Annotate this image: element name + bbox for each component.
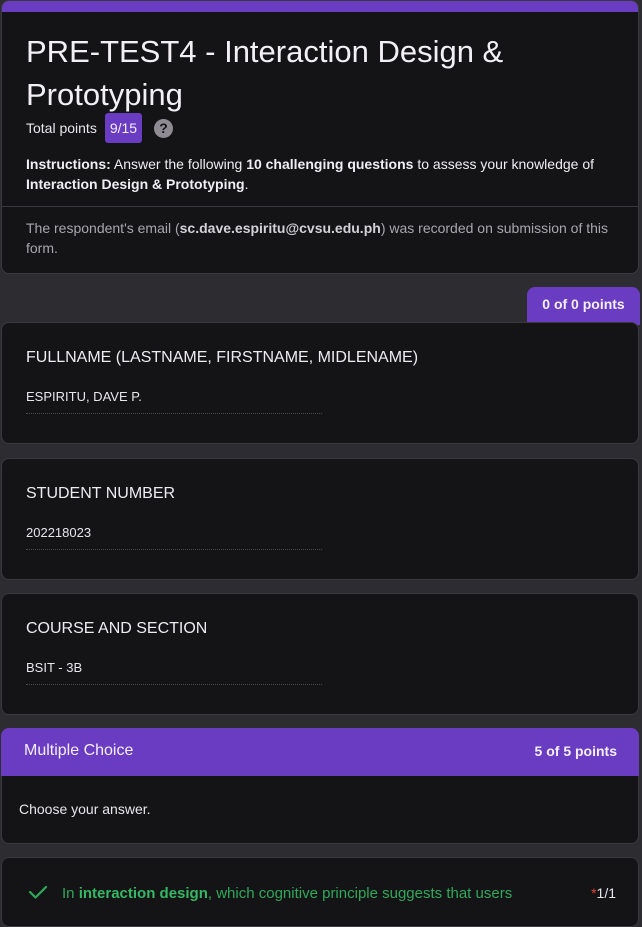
instructions-text-2: to assess your knowledge of	[413, 156, 594, 172]
question-card-mc-1: In interaction design, which cognitive p…	[1, 857, 639, 927]
question-answer: BSIT - 3B	[26, 660, 322, 685]
question-card-course-section: COURSE AND SECTION BSIT - 3B	[1, 593, 639, 715]
instructions-subject: Interaction Design & Prototyping	[26, 176, 245, 192]
section-points-tab: 0 of 0 points	[527, 287, 640, 325]
help-icon[interactable]: ?	[154, 118, 174, 138]
section-points: 5 of 5 points	[534, 743, 617, 759]
question-answer: ESPIRITU, DAVE P.	[26, 389, 322, 414]
question-card-fullname: FULLNAME (LASTNAME, FIRSTNAME, MIDLENAME…	[1, 322, 639, 444]
check-icon	[28, 884, 48, 905]
total-points-label: Total points	[26, 120, 97, 136]
instructions-text-3: .	[244, 176, 249, 192]
instructions-label: Instructions:	[26, 156, 111, 172]
section-description: Choose your answer.	[19, 801, 151, 817]
instructions-highlight: 10 challenging questions	[246, 156, 414, 172]
question-title: FULLNAME (LASTNAME, FIRSTNAME, MIDLENAME…	[26, 349, 419, 366]
question-text-suffix: , which cognitive principle suggests tha…	[207, 885, 513, 902]
question-answer: 202218023	[26, 525, 322, 550]
section-title: Multiple Choice	[24, 742, 134, 759]
question-card-student-number: STUDENT NUMBER 202218023	[1, 458, 639, 580]
question-term: interaction design	[78, 885, 208, 902]
instructions-text-1: Answer the following	[110, 156, 247, 172]
header-accent-bar	[2, 1, 638, 12]
total-points-row: Total points 9/15 ?	[26, 113, 174, 143]
section-header-multiple-choice: Multiple Choice 5 of 5 points	[1, 728, 639, 776]
total-points-badge: 9/15	[104, 113, 143, 143]
instructions: Instructions: Answer the following 10 ch…	[26, 154, 614, 194]
section-description-card: Choose your answer.	[1, 776, 639, 844]
header-divider	[2, 206, 638, 207]
score-value: 1/1	[596, 885, 616, 901]
question-text-prefix: In	[62, 885, 79, 902]
form-header-card: PRE-TEST4 - Interaction Design & Prototy…	[1, 0, 639, 274]
question-score: *1/1	[591, 885, 616, 901]
form-title: PRE-TEST4 - Interaction Design & Prototy…	[26, 34, 504, 112]
email-note-prefix: The respondent's email (	[26, 220, 180, 236]
question-text: In interaction design, which cognitive p…	[62, 885, 512, 902]
question-title: STUDENT NUMBER	[26, 485, 176, 502]
email-note: The respondent's email (sc.dave.espiritu…	[26, 218, 618, 258]
question-title: COURSE AND SECTION	[26, 620, 208, 637]
respondent-email: sc.dave.espiritu@cvsu.edu.ph	[179, 220, 381, 236]
